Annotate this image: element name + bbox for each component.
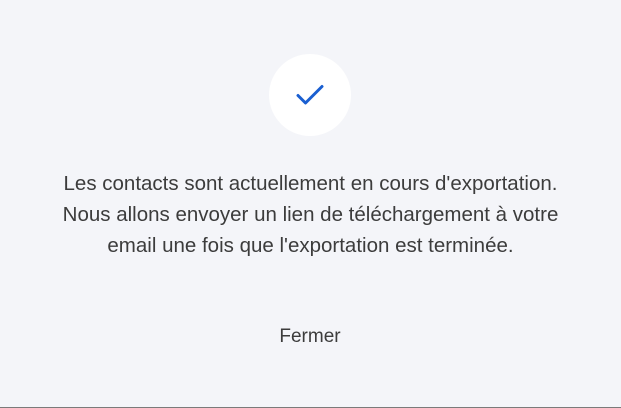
close-button[interactable]: Fermer bbox=[250, 322, 370, 352]
export-status-message: Les contacts sont actuellement en cours … bbox=[62, 172, 559, 257]
success-badge bbox=[269, 54, 351, 136]
export-confirmation-dialog: Les contacts sont actuellement en cours … bbox=[0, 0, 621, 408]
check-icon bbox=[296, 85, 324, 105]
